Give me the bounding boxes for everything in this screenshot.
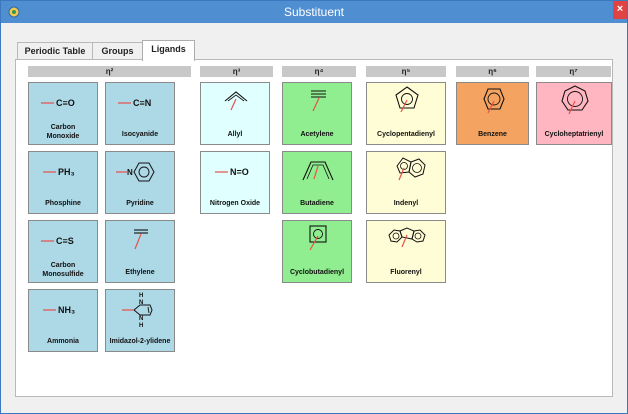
ligand-tile-phosphine[interactable]: PH₃ Phosphine bbox=[28, 151, 98, 214]
benzene-label: Benzene bbox=[478, 131, 507, 138]
indenyl-label: Indenyl bbox=[393, 200, 419, 207]
cyclobutadienyl-label: Cyclobutadienyl bbox=[289, 269, 345, 276]
ligand-tile-nitrogen-oxide[interactable]: N=O Nitrogen Oxide bbox=[200, 151, 270, 214]
ammonia-label: Ammonia bbox=[47, 338, 79, 345]
ligand-tile-ethylene[interactable]: Ethylene bbox=[105, 220, 175, 283]
ligand-tile-carbon-monosulfide[interactable]: C≡S Carbon Monosulfide bbox=[28, 220, 98, 283]
ligand-tile-benzene[interactable]: Benzene bbox=[456, 82, 529, 145]
ligand-tile-cyclobutadienyl[interactable]: Cyclobutadienyl bbox=[282, 220, 352, 283]
acetylene-label: Acetylene bbox=[300, 131, 334, 138]
ethylene-label: Ethylene bbox=[125, 269, 155, 276]
ligand-tile-acetylene[interactable]: Acetylene bbox=[282, 82, 352, 145]
ligand-tile-cycloheptatrienyl[interactable]: Cycloheptatrienyl bbox=[536, 82, 612, 145]
tab-ligands[interactable]: Ligands bbox=[142, 40, 195, 61]
imidazol-2-ylidene-label: Imidazol-2-ylidene bbox=[109, 338, 171, 345]
ligand-tile-fluorenyl[interactable]: Fluorenyl bbox=[366, 220, 446, 283]
isocyanide-label: Isocyanide bbox=[121, 131, 159, 138]
imidazole-h-top: H bbox=[139, 293, 143, 299]
phosphine-label: Phosphine bbox=[45, 200, 81, 207]
close-button[interactable]: × bbox=[613, 1, 627, 19]
tab-periodic-table[interactable]: Periodic Table bbox=[17, 42, 93, 60]
ligand-tile-imidazol-2-ylidene[interactable]: H N N H Imidazol-2-ylidene bbox=[105, 289, 175, 352]
title-bar[interactable]: Substituent × bbox=[1, 1, 627, 23]
ligand-tile-allyl[interactable]: Allyl bbox=[200, 82, 270, 145]
window-title: Substituent bbox=[283, 5, 345, 19]
ligand-tile-indenyl[interactable]: Indenyl bbox=[366, 151, 446, 214]
nitrogen-oxide-label: Nitrogen Oxide bbox=[209, 200, 261, 207]
cyclopentadienyl-label: Cyclopentadienyl bbox=[377, 131, 435, 138]
carbon-monoxide-label: Carbon Monoxide bbox=[46, 124, 80, 140]
ligand-tile-carbon-monoxide[interactable]: C≡O Carbon Monoxide bbox=[28, 82, 98, 145]
client-area: Periodic Table Groups Ligands η² η³ η⁴ η… bbox=[1, 23, 627, 413]
carbon-monoxide-formula: C≡O bbox=[56, 98, 75, 108]
pyridine-label: Pyridine bbox=[126, 200, 154, 207]
group-header-eta5: η⁵ bbox=[366, 66, 446, 77]
cycloheptatrienyl-label: Cycloheptatrienyl bbox=[544, 131, 604, 138]
tab-groups[interactable]: Groups bbox=[92, 42, 143, 60]
ligand-tile-cyclopentadienyl[interactable]: Cyclopentadienyl bbox=[366, 82, 446, 145]
phosphine-formula: PH₃ bbox=[58, 167, 75, 177]
group-header-eta2: η² bbox=[28, 66, 191, 77]
substituent-window: Substituent × Periodic Table Groups Liga… bbox=[0, 0, 628, 414]
ligand-tile-isocyanide[interactable]: C≡N Isocyanide bbox=[105, 82, 175, 145]
ligands-panel: η² η³ η⁴ η⁵ η⁶ η⁷ C≡O Carbon Monoxide PH… bbox=[15, 59, 613, 397]
isocyanide-formula: C≡N bbox=[133, 98, 151, 108]
imidazole-n-bottom: N bbox=[139, 316, 143, 322]
imidazole-h-bottom: H bbox=[139, 323, 143, 329]
ligand-tile-butadiene[interactable]: Butadiene bbox=[282, 151, 352, 214]
fluorenyl-label: Fluorenyl bbox=[390, 269, 422, 276]
allyl-label: Allyl bbox=[227, 131, 243, 138]
group-header-eta6: η⁶ bbox=[456, 66, 529, 77]
carbon-monosulfide-formula: C≡S bbox=[56, 236, 74, 246]
group-header-eta7: η⁷ bbox=[536, 66, 611, 77]
nitrogen-oxide-formula: N=O bbox=[230, 167, 249, 177]
ammonia-formula: NH₃ bbox=[58, 305, 75, 315]
ligand-tile-ammonia[interactable]: NH₃ Ammonia bbox=[28, 289, 98, 352]
carbon-monosulfide-label: Carbon Monosulfide bbox=[42, 262, 84, 278]
butadiene-label: Butadiene bbox=[300, 200, 334, 207]
group-header-eta3: η³ bbox=[200, 66, 273, 77]
pyridine-atom: N bbox=[127, 168, 133, 177]
group-header-eta4: η⁴ bbox=[282, 66, 356, 77]
ligand-tile-pyridine[interactable]: N Pyridine bbox=[105, 151, 175, 214]
